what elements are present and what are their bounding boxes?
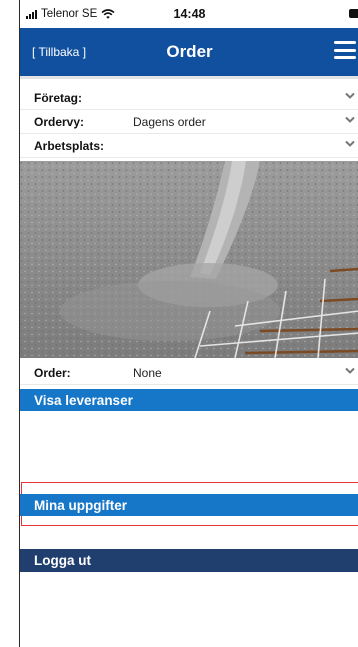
app-frame: Telenor SE 14:48 [ Tillbaka ] Order Före… [19, 0, 358, 647]
order-view-select[interactable]: Ordervy: Dagens order [20, 110, 358, 134]
order-select[interactable]: Order: None [20, 361, 358, 385]
hamburger-menu-icon[interactable] [334, 41, 356, 59]
chevron-down-icon [345, 92, 355, 99]
company-label: Företag: [34, 90, 82, 105]
visa-leveranser-button[interactable]: Visa leveranser [20, 389, 358, 411]
order-label: Order: [34, 365, 71, 380]
signal-icon [26, 9, 37, 19]
company-select[interactable]: Företag: [20, 86, 358, 110]
order-view-label: Ordervy: [34, 114, 85, 129]
workplace-select[interactable]: Arbetsplats: [20, 134, 358, 158]
chevron-down-icon [345, 116, 355, 123]
battery-icon [349, 9, 358, 18]
status-bar: Telenor SE 14:48 [20, 0, 358, 28]
status-left: Telenor SE [20, 8, 115, 20]
chevron-down-icon [345, 367, 355, 374]
mina-uppgifter-button[interactable]: Mina uppgifter [20, 494, 358, 516]
concrete-pour-photo [20, 161, 358, 358]
logga-ut-button[interactable]: Logga ut [20, 549, 358, 572]
workplace-label: Arbetsplats: [34, 138, 105, 153]
carrier-name: Telenor SE [41, 8, 98, 20]
navbar: [ Tillbaka ] Order [20, 28, 358, 79]
chevron-down-icon [345, 140, 355, 147]
order-value: None [133, 365, 162, 380]
wifi-icon [101, 9, 115, 19]
order-view-value: Dagens order [133, 114, 206, 129]
back-button[interactable]: [ Tillbaka ] [20, 45, 86, 59]
